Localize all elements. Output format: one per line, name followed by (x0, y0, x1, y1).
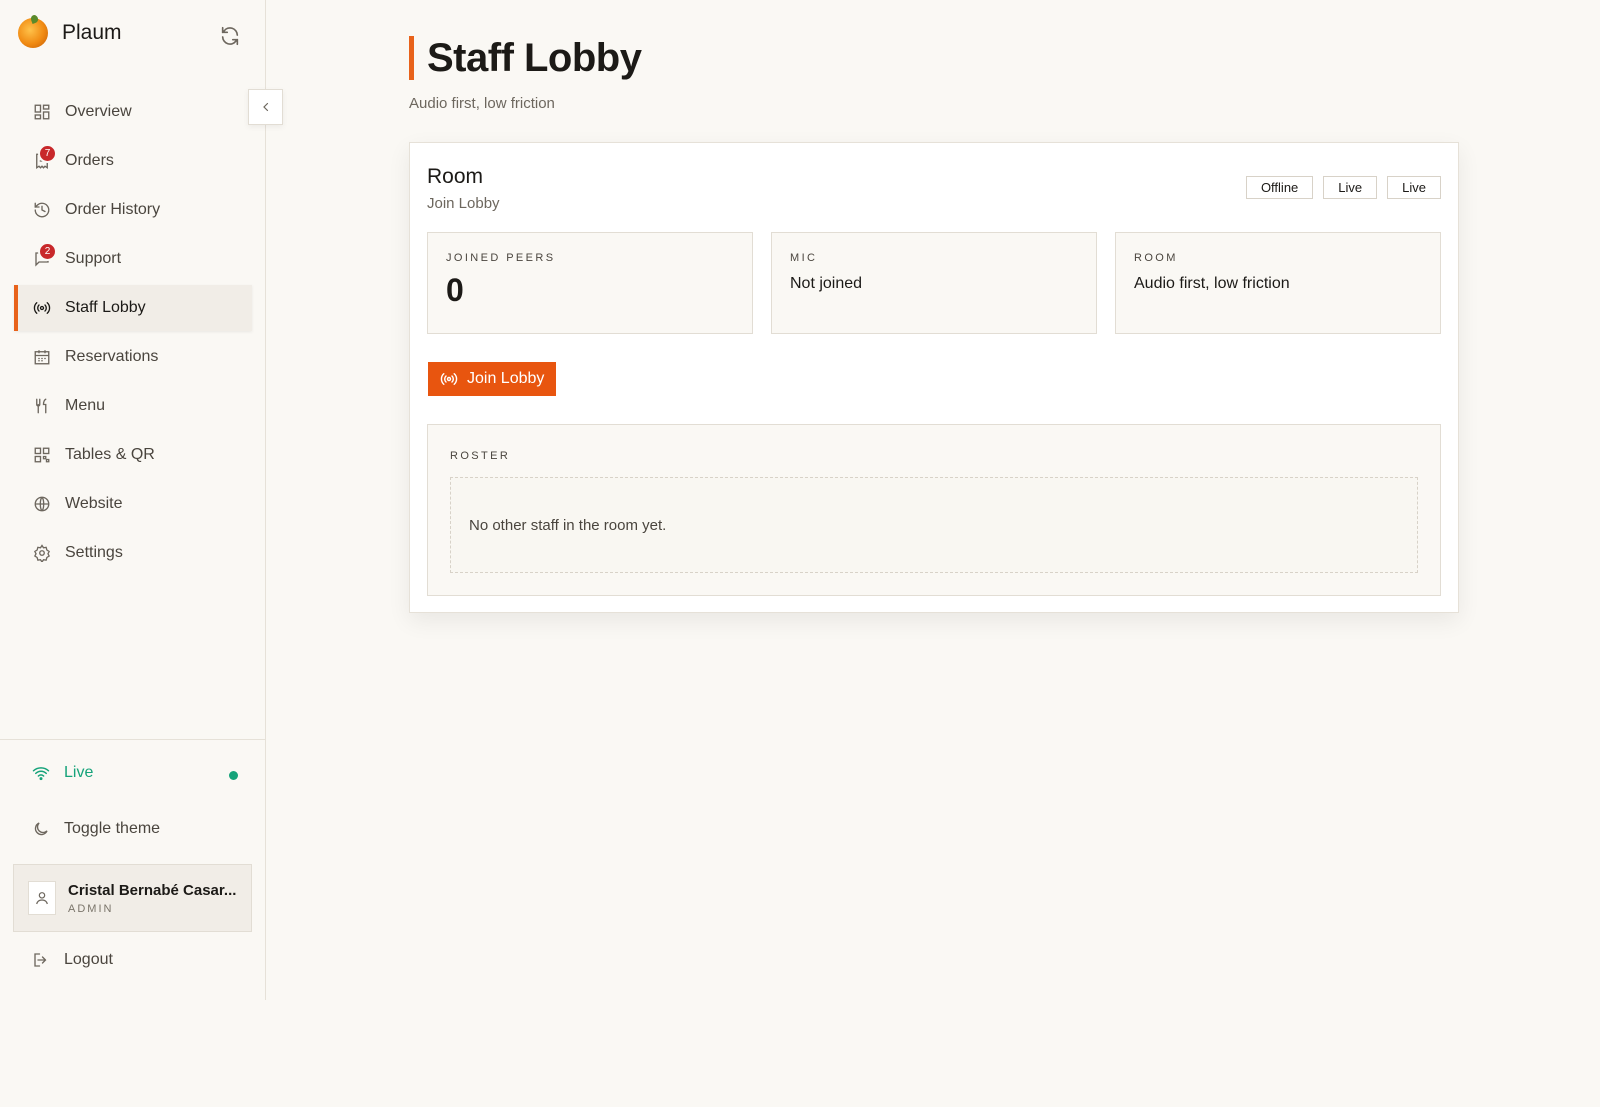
sidebar-item-order-history[interactable]: Order History (14, 187, 252, 233)
roster-label: ROSTER (450, 450, 511, 462)
support-count-badge: 2 (38, 242, 57, 261)
sidebar-item-label: Order History (65, 201, 161, 218)
stat-label: MIC (790, 252, 818, 264)
chevron-left-icon (260, 101, 272, 113)
gear-icon (33, 544, 51, 562)
stat-value: 0 (446, 272, 464, 308)
live-indicator-dot (229, 771, 238, 780)
join-lobby-button[interactable]: Join Lobby (428, 362, 557, 396)
user-icon (36, 892, 48, 905)
brand[interactable]: Plaum (18, 18, 122, 48)
sidebar-item-menu[interactable]: Menu (14, 383, 252, 429)
utensils-icon (33, 397, 51, 415)
logout-icon (32, 951, 50, 969)
globe-icon (33, 495, 51, 513)
calendar-icon (33, 348, 51, 366)
stat-label: JOINED PEERS (446, 252, 556, 264)
sidebar-item-tables-qr[interactable]: Tables & QR (14, 432, 252, 478)
page-subtitle: Audio first, low friction (409, 95, 555, 112)
stat-joined-peers: JOINED PEERS 0 (427, 232, 753, 334)
sidebar-item-settings[interactable]: Settings (14, 530, 252, 576)
user-card[interactable]: Cristal Bernabé Casar... ADMIN (13, 864, 252, 932)
toggle-theme-label: Toggle theme (64, 820, 161, 837)
sidebar-item-label: Website (65, 495, 123, 512)
stat-value: Audio first, low friction (1134, 275, 1290, 292)
room-stats: JOINED PEERS 0 MIC Not joined ROOM Audio… (427, 232, 1441, 334)
user-name: Cristal Bernabé Casar... (68, 881, 237, 899)
room-card-title: Room (427, 165, 484, 188)
sidebar-item-label: Staff Lobby (65, 299, 146, 316)
refresh-icon[interactable] (219, 25, 241, 47)
sidebar-item-label: Orders (65, 152, 114, 169)
sidebar-item-support[interactable]: 2 Support (14, 236, 252, 282)
brand-name: Plaum (62, 21, 122, 44)
logout-button[interactable]: Logout (32, 951, 113, 969)
stat-mic: MIC Not joined (771, 232, 1097, 334)
broadcast-icon (33, 299, 51, 317)
connection-status: Live (32, 764, 238, 782)
sidebar-item-overview[interactable]: Overview (14, 89, 252, 135)
qr-code-icon (33, 446, 51, 464)
collapse-sidebar-button[interactable] (248, 89, 283, 125)
dashboard-grid-icon (33, 103, 51, 121)
avatar (28, 881, 56, 915)
sidebar-item-orders[interactable]: 7 Orders (14, 138, 252, 184)
sidebar-divider (0, 739, 266, 740)
roster-empty-message: No other staff in the room yet. (469, 516, 667, 534)
sidebar-nav: Overview 7 Orders Order History 2 Suppor… (14, 89, 252, 579)
page-title: Staff Lobby (427, 35, 642, 80)
status-badge: Live (1323, 176, 1378, 199)
sidebar-item-label: Menu (65, 397, 106, 414)
sidebar-item-website[interactable]: Website (14, 481, 252, 527)
status-badge: Live (1387, 176, 1441, 199)
user-role: ADMIN (68, 902, 114, 915)
roster-panel: ROSTER No other staff in the room yet. (427, 424, 1441, 596)
logout-label: Logout (64, 951, 113, 968)
sidebar: Plaum Overview 7 Orders Order History 2 … (0, 0, 266, 1000)
room-card: Room Join Lobby Offline Live Live JOINED… (409, 142, 1459, 613)
page-title-block: Staff Lobby (409, 35, 642, 80)
sidebar-item-label: Tables & QR (65, 446, 155, 463)
sidebar-item-label: Reservations (65, 348, 159, 365)
stat-label: ROOM (1134, 252, 1178, 264)
sidebar-item-staff-lobby[interactable]: Staff Lobby (14, 285, 252, 331)
room-card-subtitle: Join Lobby (427, 195, 500, 212)
toggle-theme-button[interactable]: Toggle theme (32, 820, 160, 838)
history-icon (33, 201, 51, 219)
orders-count-badge: 7 (38, 144, 57, 163)
wifi-icon (32, 764, 50, 782)
broadcast-icon (440, 370, 458, 388)
stat-room: ROOM Audio first, low friction (1115, 232, 1441, 334)
sidebar-item-label: Overview (65, 103, 132, 120)
status-badges: Offline Live Live (1245, 176, 1441, 199)
moon-icon (32, 820, 50, 838)
stat-value: Not joined (790, 275, 863, 292)
orange-logo-icon (18, 18, 48, 48)
sidebar-item-label: Settings (65, 544, 123, 561)
sidebar-item-reservations[interactable]: Reservations (14, 334, 252, 380)
status-badge: Offline (1245, 176, 1314, 199)
roster-empty-state: No other staff in the room yet. (450, 477, 1418, 573)
sidebar-item-label: Support (65, 250, 122, 267)
join-lobby-label: Join Lobby (467, 370, 545, 387)
connection-status-label: Live (64, 764, 94, 781)
